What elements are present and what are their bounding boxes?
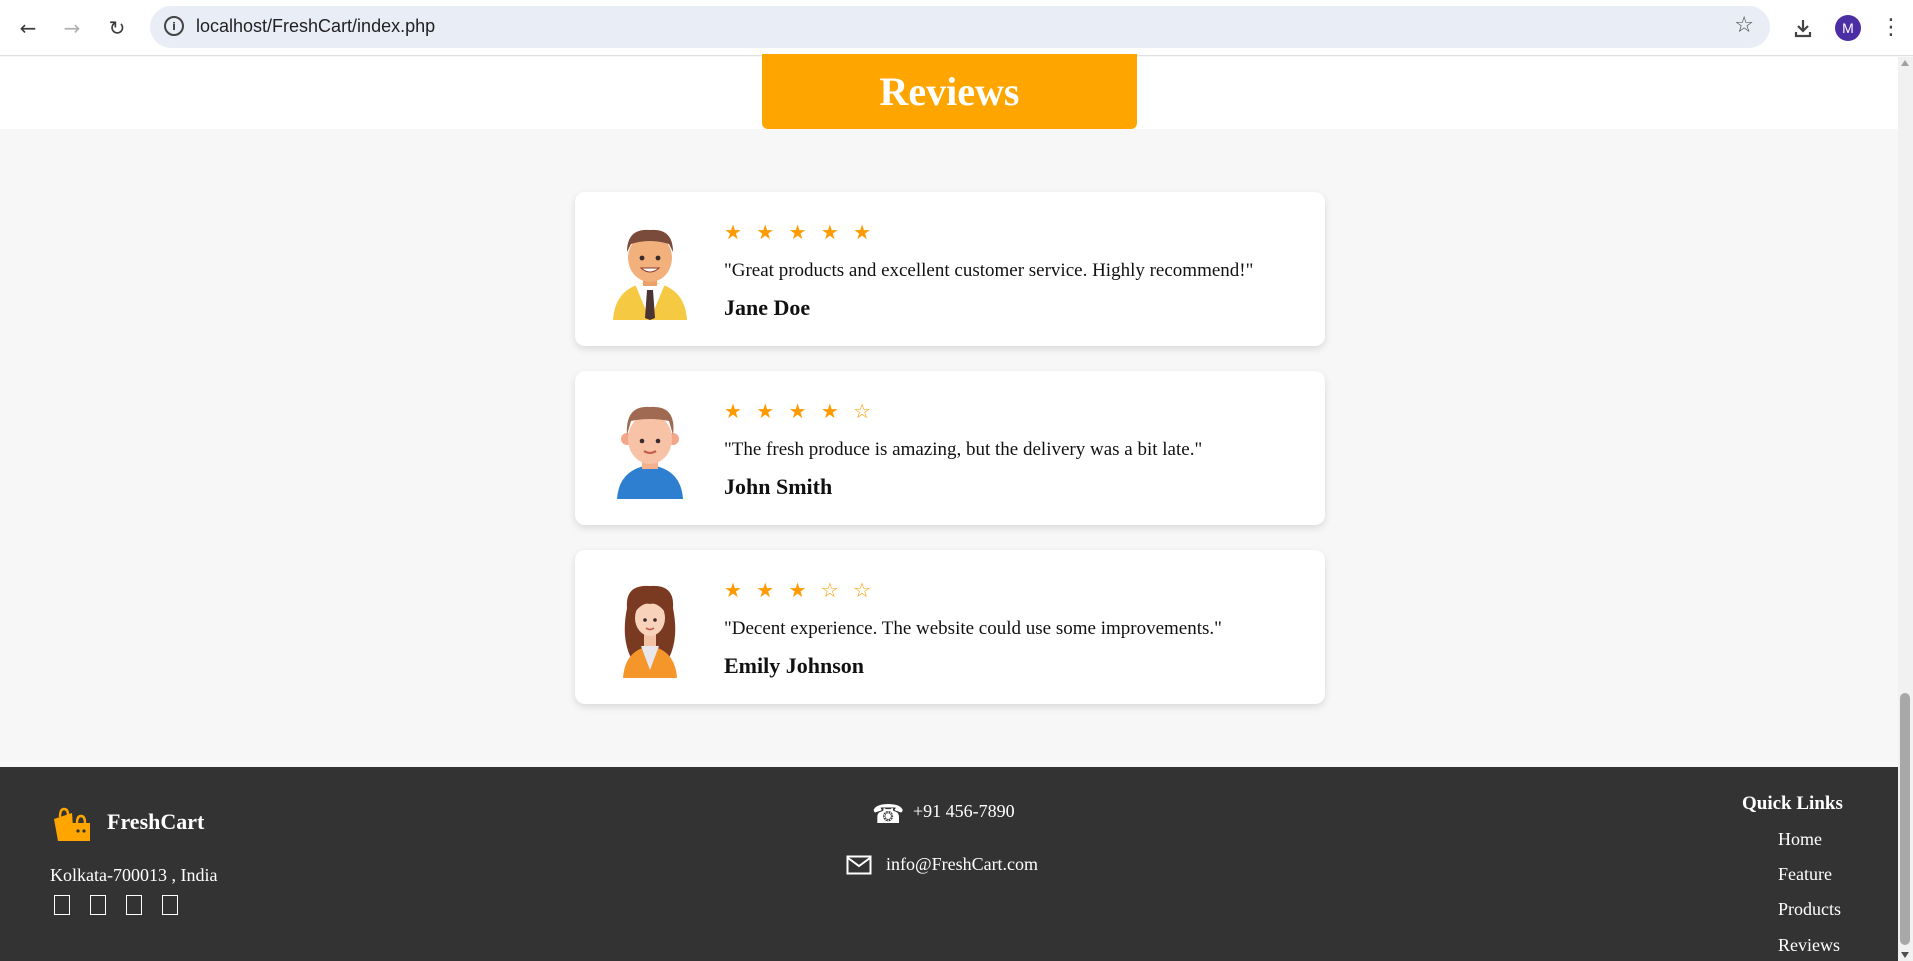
- review-text: "Decent experience. The website could us…: [724, 618, 1222, 639]
- reviews-heading: Reviews: [762, 54, 1137, 129]
- browser-toolbar: ← → ↻ i localhost/FreshCart/index.php ☆ …: [0, 0, 1913, 56]
- reviewer-name: Emily Johnson: [724, 653, 864, 678]
- review-card: ★ ★ ★ ★ ★ "Great products and excellent …: [575, 192, 1325, 346]
- quick-link-products[interactable]: Products: [1778, 899, 1841, 920]
- footer-phone: +91 456-7890: [913, 801, 1015, 821]
- url-text[interactable]: localhost/FreshCart/index.php: [196, 16, 435, 37]
- star-rating: ★ ★ ★ ★ ★: [724, 220, 876, 244]
- reload-icon[interactable]: ↻: [103, 14, 131, 42]
- scroll-down-arrow-icon[interactable]: [1901, 952, 1909, 958]
- social-icon[interactable]: [54, 895, 70, 915]
- social-icon[interactable]: [90, 895, 106, 915]
- quick-link-feature[interactable]: Feature: [1778, 864, 1832, 885]
- review-card: ★ ★ ★ ★ ☆ "The fresh produce is amazing,…: [575, 371, 1325, 525]
- social-links: [54, 895, 178, 915]
- review-text: "Great products and excellent customer s…: [724, 260, 1254, 281]
- social-icon[interactable]: [162, 895, 178, 915]
- download-icon[interactable]: [1788, 13, 1818, 43]
- star-rating: ★ ★ ★ ☆ ☆: [724, 578, 876, 602]
- star-rating: ★ ★ ★ ★ ☆: [724, 399, 876, 423]
- quick-link-reviews[interactable]: Reviews: [1778, 935, 1840, 956]
- footer-email[interactable]: info@FreshCart.com: [886, 854, 1038, 875]
- shopping-bags-logo-icon: [54, 807, 90, 841]
- address-bar[interactable]: i localhost/FreshCart/index.php ☆: [150, 6, 1770, 48]
- footer-address: Kolkata-700013 , India: [50, 865, 218, 885]
- man-with-tie-avatar-icon: [613, 229, 687, 320]
- site-footer: FreshCart Kolkata-700013 , India ☎ +91 4…: [0, 767, 1898, 961]
- forward-arrow-icon[interactable]: →: [58, 14, 86, 42]
- phone-icon: ☎: [872, 800, 905, 830]
- social-icon[interactable]: [126, 895, 142, 915]
- young-man-avatar-icon: [617, 406, 683, 499]
- reviewer-name: Jane Doe: [724, 295, 811, 320]
- review-card: ★ ★ ★ ☆ ☆ "Decent experience. The websit…: [575, 550, 1325, 704]
- profile-avatar[interactable]: M: [1835, 15, 1861, 41]
- woman-avatar-icon: [623, 585, 677, 678]
- page-scrollbar[interactable]: [1898, 57, 1913, 961]
- scroll-up-arrow-icon[interactable]: [1901, 60, 1909, 66]
- footer-brand: FreshCart: [107, 809, 205, 834]
- kebab-menu-icon[interactable]: ⋮: [1880, 13, 1902, 43]
- mail-icon: [846, 855, 872, 875]
- scrollbar-thumb[interactable]: [1900, 693, 1910, 945]
- review-text: "The fresh produce is amazing, but the d…: [724, 439, 1203, 460]
- site-info-icon[interactable]: i: [164, 16, 184, 36]
- bookmark-star-icon[interactable]: ☆: [1734, 13, 1754, 38]
- quick-link-home[interactable]: Home: [1778, 829, 1822, 850]
- back-arrow-icon[interactable]: ←: [14, 14, 42, 42]
- quick-links-title: Quick Links: [1742, 793, 1843, 814]
- reviewer-name: John Smith: [724, 474, 833, 499]
